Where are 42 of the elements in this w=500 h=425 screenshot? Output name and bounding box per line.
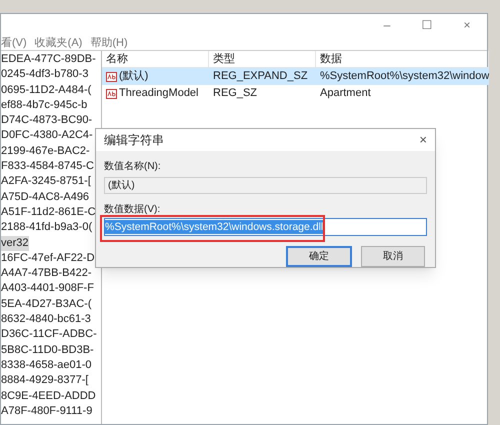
value-name: ThreadingModel xyxy=(119,86,198,102)
value-data: Apartment xyxy=(319,86,371,102)
ok-button[interactable]: 确定 xyxy=(286,246,352,268)
tree-item[interactable]: EDEA-477C-89DB- xyxy=(1,52,101,68)
column-header[interactable]: 名称 xyxy=(102,51,209,67)
column-header[interactable]: 数据 xyxy=(316,51,490,67)
dialog-title: 编辑字符串 xyxy=(104,132,164,149)
field-label: 数值数据(V): xyxy=(104,202,162,217)
table-row[interactable]: (默认) REG_EXPAND_SZ %SystemRoot%\system32\window xyxy=(102,68,490,85)
tree-item[interactable]: A403-4401-908F-F xyxy=(1,281,101,297)
value-type: REG_SZ xyxy=(212,86,258,102)
field-label: 数值名称(N): xyxy=(104,160,162,174)
tree-item[interactable]: 8C9E-4EED-ADDD xyxy=(1,388,101,404)
tree-item[interactable]: D36C-11CF-ADBC- xyxy=(1,327,101,343)
tree-item[interactable]: D74C-4873-BC90- xyxy=(1,113,101,128)
tree-item[interactable]: 8884-4929-8377-[ xyxy=(1,373,101,389)
window-control-button[interactable]: ☐ xyxy=(407,14,447,36)
menu-item[interactable]: 看(V) xyxy=(1,34,27,52)
value-data: %SystemRoot%\system32\window xyxy=(319,69,490,84)
string-value-icon xyxy=(106,72,117,82)
tree-item[interactable]: ver32 xyxy=(1,236,29,251)
menu-item[interactable]: 帮助(H) xyxy=(90,34,128,52)
tree-item[interactable]: 0695-11D2-A484-( xyxy=(1,82,101,98)
cancel-button[interactable]: 取消 xyxy=(361,246,425,268)
column-header[interactable]: 类型 xyxy=(209,51,316,67)
value-name: (默认) xyxy=(119,69,148,84)
tree-item[interactable]: A4A7-47BB-B422- xyxy=(1,266,101,282)
tree-item[interactable]: A78F-480F-9111-9 xyxy=(1,404,101,420)
tree-item[interactable]: 8338-4658-ae01-0 xyxy=(1,358,101,374)
table-row[interactable]: ThreadingModel REG_SZ Apartment xyxy=(102,85,490,102)
window-control-button[interactable]: × xyxy=(447,14,487,36)
menu-item[interactable]: 收藏夹(A) xyxy=(34,34,82,52)
tree-item[interactable]: ef88-4b7c-945c-b xyxy=(1,98,101,114)
string-value-icon xyxy=(106,88,117,98)
tree-item[interactable]: 0245-4df3-b780-3 xyxy=(1,67,101,83)
close-button[interactable]: × xyxy=(419,130,427,150)
value-type: REG_EXPAND_SZ xyxy=(212,69,309,84)
tree-item[interactable]: 8632-4840-bc61-3 xyxy=(1,312,101,328)
value-name-field[interactable]: (默认) xyxy=(104,176,427,194)
tree-item[interactable]: 5B8C-11D0-BD3B- xyxy=(1,342,101,358)
tree-item[interactable]: 5EA-4D27-B3AC-( xyxy=(1,296,101,312)
window-control-button[interactable]: – xyxy=(367,14,407,36)
